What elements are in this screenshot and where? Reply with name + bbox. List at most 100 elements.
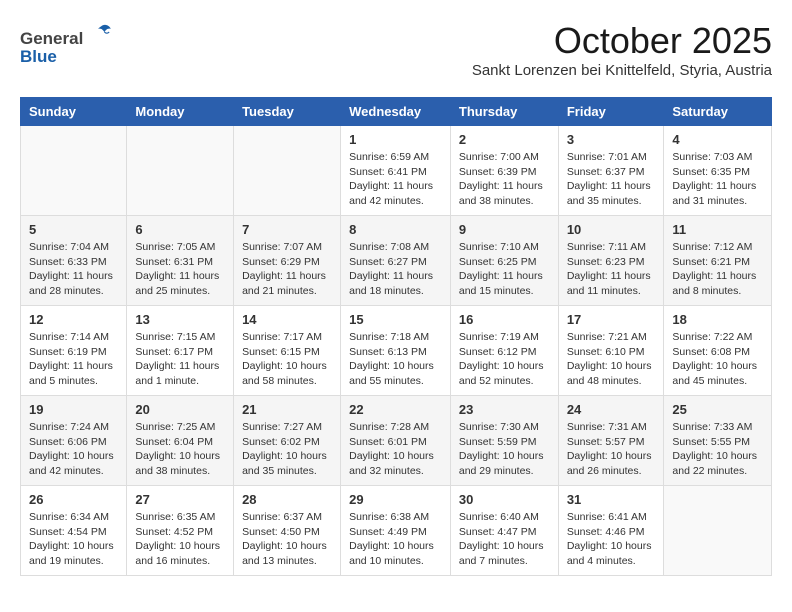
day-info: Sunrise: 7:12 AMSunset: 6:21 PMDaylight:… [672, 240, 763, 299]
day-info: Sunrise: 7:21 AMSunset: 6:10 PMDaylight:… [567, 330, 656, 389]
month-title: October 2025 [472, 20, 772, 62]
day-number: 4 [672, 132, 763, 147]
day-info: Sunrise: 7:05 AMSunset: 6:31 PMDaylight:… [135, 240, 225, 299]
day-info: Sunrise: 7:31 AMSunset: 5:57 PMDaylight:… [567, 420, 656, 479]
day-info: Sunrise: 7:33 AMSunset: 5:55 PMDaylight:… [672, 420, 763, 479]
day-number: 18 [672, 312, 763, 327]
day-number: 11 [672, 222, 763, 237]
day-info: Sunrise: 6:41 AMSunset: 4:46 PMDaylight:… [567, 510, 656, 569]
day-number: 12 [29, 312, 118, 327]
day-number: 5 [29, 222, 118, 237]
day-info: Sunrise: 7:08 AMSunset: 6:27 PMDaylight:… [349, 240, 442, 299]
calendar-cell: 19Sunrise: 7:24 AMSunset: 6:06 PMDayligh… [21, 396, 127, 486]
calendar-table: SundayMondayTuesdayWednesdayThursdayFrid… [20, 97, 772, 576]
day-number: 16 [459, 312, 550, 327]
day-info: Sunrise: 7:28 AMSunset: 6:01 PMDaylight:… [349, 420, 442, 479]
day-info: Sunrise: 7:19 AMSunset: 6:12 PMDaylight:… [459, 330, 550, 389]
day-info: Sunrise: 7:18 AMSunset: 6:13 PMDaylight:… [349, 330, 442, 389]
day-number: 1 [349, 132, 442, 147]
calendar-cell: 12 Sunrise: 7:14 AMSunset: 6:19 PMDayligh… [21, 306, 127, 396]
title-block: October 2025 Sankt Lorenzen bei Knittelf… [472, 20, 772, 89]
calendar-week-row: 1 Sunrise: 6:59 AMSunset: 6:41 PMDaylight… [21, 126, 772, 216]
calendar-week-row: 19Sunrise: 7:24 AMSunset: 6:06 PMDayligh… [21, 396, 772, 486]
calendar-cell: 6 Sunrise: 7:05 AMSunset: 6:31 PMDaylight… [127, 216, 234, 306]
weekday-header-tuesday: Tuesday [234, 98, 341, 126]
day-number: 31 [567, 492, 656, 507]
calendar-cell: 10Sunrise: 7:11 AMSunset: 6:23 PMDayligh… [558, 216, 664, 306]
calendar-cell: 28 Sunrise: 6:37 AMSunset: 4:50 PMDayligh… [234, 486, 341, 576]
day-info: Sunrise: 7:03 AMSunset: 6:35 PMDaylight:… [672, 150, 763, 209]
calendar-cell: 21 Sunrise: 7:27 AMSunset: 6:02 PMDayligh… [234, 396, 341, 486]
calendar-cell: 3 Sunrise: 7:01 AMSunset: 6:37 PMDaylight… [558, 126, 664, 216]
calendar-cell: 16 Sunrise: 7:19 AMSunset: 6:12 PMDayligh… [450, 306, 558, 396]
day-number: 7 [242, 222, 332, 237]
calendar-cell [127, 126, 234, 216]
calendar-cell: 24 Sunrise: 7:31 AMSunset: 5:57 PMDayligh… [558, 396, 664, 486]
calendar-week-row: 26 Sunrise: 6:34 AMSunset: 4:54 PMDayligh… [21, 486, 772, 576]
calendar-cell [664, 486, 772, 576]
day-info: Sunrise: 6:38 AMSunset: 4:49 PMDaylight:… [349, 510, 442, 569]
day-number: 25 [672, 402, 763, 417]
logo-text: General Blue [20, 20, 114, 67]
day-info: Sunrise: 7:01 AMSunset: 6:37 PMDaylight:… [567, 150, 656, 209]
calendar-cell [234, 126, 341, 216]
weekday-header-sunday: Sunday [21, 98, 127, 126]
day-number: 19 [29, 402, 118, 417]
day-number: 24 [567, 402, 656, 417]
calendar-cell: 30 Sunrise: 6:40 AMSunset: 4:47 PMDayligh… [450, 486, 558, 576]
weekday-header-wednesday: Wednesday [341, 98, 451, 126]
day-info: Sunrise: 7:17 AMSunset: 6:15 PMDaylight:… [242, 330, 332, 389]
day-info: Sunrise: 7:11 AMSunset: 6:23 PMDaylight:… [567, 240, 656, 299]
day-info: Sunrise: 6:34 AMSunset: 4:54 PMDaylight:… [29, 510, 118, 569]
calendar-cell: 4 Sunrise: 7:03 AMSunset: 6:35 PMDaylight… [664, 126, 772, 216]
day-info: Sunrise: 7:07 AMSunset: 6:29 PMDaylight:… [242, 240, 332, 299]
calendar-cell: 15Sunrise: 7:18 AMSunset: 6:13 PMDayligh… [341, 306, 451, 396]
logo: General Blue [20, 20, 114, 67]
calendar-cell: 31 Sunrise: 6:41 AMSunset: 4:46 PMDayligh… [558, 486, 664, 576]
calendar-cell: 23 Sunrise: 7:30 AMSunset: 5:59 PMDayligh… [450, 396, 558, 486]
calendar-cell: 29 Sunrise: 6:38 AMSunset: 4:49 PMDayligh… [341, 486, 451, 576]
calendar-cell: 5Sunrise: 7:04 AMSunset: 6:33 PMDaylight… [21, 216, 127, 306]
day-info: Sunrise: 6:59 AMSunset: 6:41 PMDaylight:… [349, 150, 442, 209]
calendar-week-row: 12 Sunrise: 7:14 AMSunset: 6:19 PMDayligh… [21, 306, 772, 396]
day-info: Sunrise: 6:37 AMSunset: 4:50 PMDaylight:… [242, 510, 332, 569]
day-info: Sunrise: 7:22 AMSunset: 6:08 PMDaylight:… [672, 330, 763, 389]
day-number: 28 [242, 492, 332, 507]
day-number: 6 [135, 222, 225, 237]
day-number: 3 [567, 132, 656, 147]
calendar-cell: 9 Sunrise: 7:10 AMSunset: 6:25 PMDaylight… [450, 216, 558, 306]
day-number: 8 [349, 222, 442, 237]
day-info: Sunrise: 7:00 AMSunset: 6:39 PMDaylight:… [459, 150, 550, 209]
page-header: General Blue October 2025 Sankt Lorenzen… [20, 20, 772, 89]
calendar-cell: 13Sunrise: 7:15 AMSunset: 6:17 PMDayligh… [127, 306, 234, 396]
day-info: Sunrise: 6:35 AMSunset: 4:52 PMDaylight:… [135, 510, 225, 569]
day-number: 27 [135, 492, 225, 507]
calendar-cell: 26 Sunrise: 6:34 AMSunset: 4:54 PMDayligh… [21, 486, 127, 576]
calendar-cell: 25 Sunrise: 7:33 AMSunset: 5:55 PMDayligh… [664, 396, 772, 486]
calendar-cell: 8 Sunrise: 7:08 AMSunset: 6:27 PMDaylight… [341, 216, 451, 306]
logo-blue: Blue [20, 47, 114, 67]
calendar-cell: 20Sunrise: 7:25 AMSunset: 6:04 PMDayligh… [127, 396, 234, 486]
day-number: 26 [29, 492, 118, 507]
day-number: 17 [567, 312, 656, 327]
day-number: 9 [459, 222, 550, 237]
weekday-header-friday: Friday [558, 98, 664, 126]
day-info: Sunrise: 7:30 AMSunset: 5:59 PMDaylight:… [459, 420, 550, 479]
calendar-cell: 7 Sunrise: 7:07 AMSunset: 6:29 PMDaylight… [234, 216, 341, 306]
day-number: 20 [135, 402, 225, 417]
day-info: Sunrise: 7:27 AMSunset: 6:02 PMDaylight:… [242, 420, 332, 479]
day-number: 30 [459, 492, 550, 507]
day-info: Sunrise: 7:14 AMSunset: 6:19 PMDaylight:… [29, 330, 118, 389]
logo-bird-icon [90, 20, 114, 44]
day-number: 13 [135, 312, 225, 327]
weekday-header-monday: Monday [127, 98, 234, 126]
logo-general: General [20, 31, 114, 48]
calendar-cell: 11 Sunrise: 7:12 AMSunset: 6:21 PMDayligh… [664, 216, 772, 306]
calendar-cell: 22Sunrise: 7:28 AMSunset: 6:01 PMDayligh… [341, 396, 451, 486]
calendar-cell: 2Sunrise: 7:00 AMSunset: 6:39 PMDaylight… [450, 126, 558, 216]
day-info: Sunrise: 6:40 AMSunset: 4:47 PMDaylight:… [459, 510, 550, 569]
day-number: 29 [349, 492, 442, 507]
day-number: 21 [242, 402, 332, 417]
day-number: 23 [459, 402, 550, 417]
day-info: Sunrise: 7:10 AMSunset: 6:25 PMDaylight:… [459, 240, 550, 299]
